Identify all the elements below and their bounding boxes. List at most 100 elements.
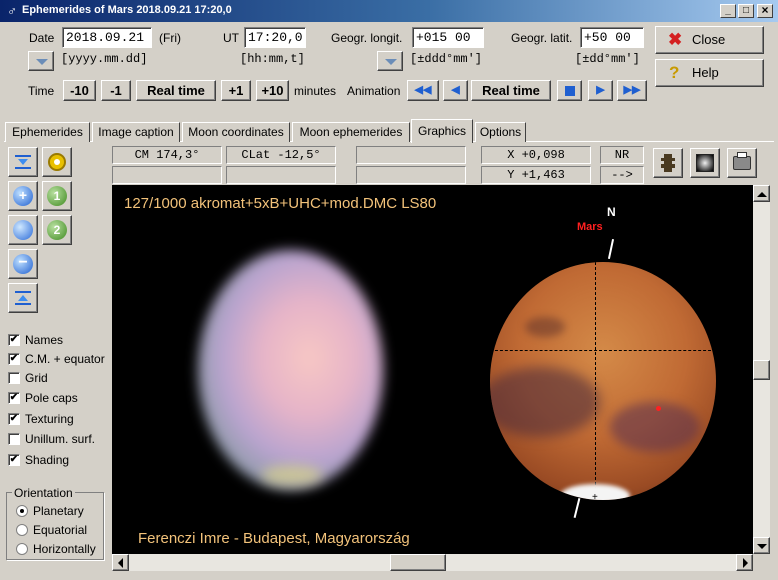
fast-forward-icon: ▶▶ (623, 84, 641, 96)
chevron-down-icon (36, 59, 48, 65)
time-unit-label: minutes (294, 84, 337, 98)
radio-planetary[interactable] (16, 505, 28, 517)
animation-fast-forward-button[interactable]: ▶▶ (617, 80, 647, 101)
date-format: [yyyy.mm.dd] (61, 52, 148, 66)
film-icon (661, 154, 675, 172)
printer-icon (733, 152, 751, 170)
horizontal-scroll-thumb[interactable] (390, 554, 446, 571)
time-realtime-button[interactable]: Real time (136, 80, 216, 101)
option-names[interactable]: ✔ Names (8, 333, 118, 349)
checkbox-shading[interactable]: ✔ (8, 454, 20, 466)
time-minus1-button[interactable]: -1 (101, 80, 131, 101)
zoom-fit-bottom-button[interactable] (8, 283, 38, 313)
telescope-polar-cap (262, 465, 322, 485)
chevron-down-icon (385, 59, 397, 65)
option-label: Shading (25, 453, 70, 467)
checkbox-unillum-surface[interactable] (8, 433, 20, 445)
target-icon (48, 153, 66, 171)
help-button-label: Help (692, 65, 719, 80)
option-texturing[interactable]: ✔ Texturing (8, 412, 118, 428)
arrow-readout[interactable]: --> (600, 166, 644, 184)
planet-image-icon (696, 154, 714, 172)
option-cm-equator[interactable]: ✔ C.M. + equator (8, 352, 118, 368)
radio-horizontally[interactable] (16, 543, 28, 555)
step-backward-icon: ◀ (451, 84, 460, 96)
print-button[interactable] (727, 148, 757, 178)
scroll-down-button[interactable] (753, 537, 770, 554)
date-field[interactable]: 2018.09.21 (62, 27, 152, 48)
close-button[interactable]: ✖ Close (655, 26, 764, 54)
animation-realtime-button[interactable]: Real time (471, 80, 551, 101)
radio-equatorial[interactable] (16, 524, 28, 536)
graphics-view[interactable]: 127/1000 akromat+5xB+UHC+mod.DMC LS80 Fe… (112, 185, 753, 554)
checkbox-cm-equator[interactable]: ✔ (8, 353, 20, 365)
right-arrow-icon (743, 558, 753, 568)
animation-fast-backward-button[interactable]: ◀◀ (407, 80, 439, 101)
animation-step-forward-button[interactable]: ▶ (588, 80, 613, 101)
central-meridian-line (595, 262, 596, 500)
orientation-horizontally[interactable]: Horizontally (16, 542, 102, 558)
animation-step-backward-button[interactable]: ◀ (443, 80, 468, 101)
longitude-dropdown-button[interactable] (377, 51, 403, 71)
left-arrow-icon (113, 558, 123, 568)
up-arrow-icon (757, 187, 767, 197)
orientation-title: Orientation (12, 486, 75, 500)
tab-graphics[interactable]: Graphics (411, 119, 473, 143)
option-grid[interactable]: Grid (8, 371, 118, 387)
image-view-button[interactable] (690, 148, 720, 178)
time-plus10-button[interactable]: +10 (256, 80, 289, 101)
caption-bottom: Ferenczi Imre - Budapest, Magyarország (138, 530, 410, 547)
stop-icon (565, 86, 575, 96)
option-pole-caps[interactable]: ✔ Pole caps (8, 391, 118, 407)
tab-moon-ephemerides[interactable]: Moon ephemerides (292, 122, 410, 142)
preset-1-button[interactable]: 1 (42, 181, 72, 211)
tab-moon-coordinates[interactable]: Moon coordinates (182, 122, 290, 142)
zoom-out-button[interactable]: − (8, 249, 38, 279)
tab-image-caption[interactable]: Image caption (92, 122, 180, 142)
longitude-label: Geogr. longit. (331, 31, 403, 45)
film-button[interactable] (653, 148, 683, 178)
ut-field[interactable]: 17:20,0 (244, 27, 306, 48)
preset-two-icon: 2 (47, 220, 67, 240)
dark-region (490, 367, 600, 437)
dark-region (525, 317, 565, 337)
help-button[interactable]: ? Help (655, 59, 764, 87)
time-plus1-button[interactable]: +1 (221, 80, 251, 101)
empty-readout-1 (112, 166, 222, 184)
window-close-button[interactable]: × (757, 4, 773, 18)
caption-top: 127/1000 akromat+5xB+UHC+mod.DMC LS80 (124, 195, 437, 212)
tab-options[interactable]: Options (475, 122, 526, 142)
option-unillum-surface[interactable]: Unillum. surf. (8, 432, 118, 448)
title-bar: ♂ Ephemerides of Mars 2018.09.21 17:20,0… (0, 0, 778, 22)
marker-dot (656, 406, 661, 411)
empty-readout-4 (356, 166, 466, 184)
scroll-left-button[interactable] (112, 554, 129, 571)
checkbox-pole-caps[interactable]: ✔ (8, 392, 20, 404)
orientation-planetary[interactable]: Planetary (16, 504, 102, 520)
zoom-in-button[interactable]: + (8, 181, 38, 211)
zoom-reset-button[interactable] (8, 215, 38, 245)
animation-label: Animation (347, 84, 401, 98)
date-dropdown-button[interactable] (28, 51, 54, 71)
time-minus10-button[interactable]: -10 (63, 80, 96, 101)
option-shading[interactable]: ✔ Shading (8, 453, 118, 469)
maximize-button[interactable]: □ (738, 4, 754, 18)
zoom-fit-top-button[interactable] (8, 147, 38, 177)
checkbox-grid[interactable] (8, 372, 20, 384)
animation-stop-button[interactable] (557, 80, 582, 101)
dark-region (610, 402, 700, 452)
minimize-button[interactable]: _ (720, 4, 736, 18)
tab-ephemerides[interactable]: Ephemerides (5, 122, 90, 142)
checkbox-names[interactable]: ✔ (8, 334, 20, 346)
checkbox-texturing[interactable]: ✔ (8, 413, 20, 425)
longitude-field[interactable]: +015 00 (412, 27, 484, 48)
fast-backward-icon: ◀◀ (414, 84, 432, 96)
preset-2-button[interactable]: 2 (42, 215, 72, 245)
latitude-field[interactable]: +50 00 (580, 27, 644, 48)
orientation-equatorial[interactable]: Equatorial (16, 523, 102, 539)
scroll-up-button[interactable] (753, 185, 770, 202)
vertical-scroll-thumb[interactable] (753, 360, 770, 380)
date-label: Date (29, 31, 55, 45)
scroll-right-button[interactable] (736, 554, 753, 571)
target-center-button[interactable] (42, 147, 72, 177)
